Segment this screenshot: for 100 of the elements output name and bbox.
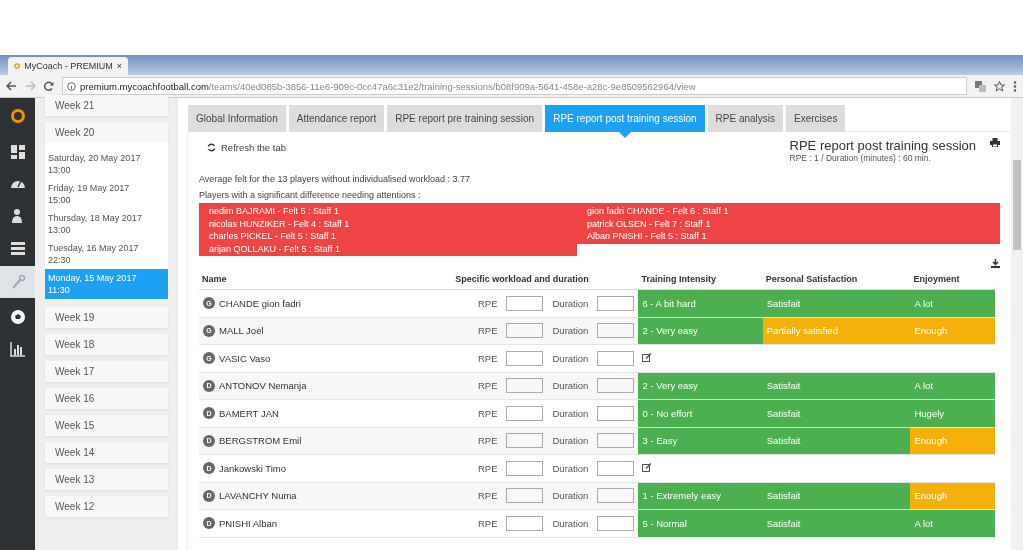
session-item[interactable]: Friday, 19 May 2017 15:00 (45, 179, 168, 209)
rating-cell: Enough (910, 427, 995, 455)
duration-field[interactable] (597, 433, 635, 449)
week-item[interactable]: Week 16 (45, 388, 168, 409)
rpe-field[interactable] (506, 350, 544, 366)
week-item[interactable]: Week 15 (45, 415, 168, 436)
rpe-label: RPE (477, 352, 498, 364)
session-item[interactable]: Saturday, 20 May 2017 13:00 (45, 149, 168, 179)
rating-cell: Satisfait (762, 399, 911, 427)
column-header: Training Intensity (638, 271, 763, 290)
menu-icon[interactable] (1013, 80, 1017, 92)
player-name: ANTONOV Nemanja (219, 380, 307, 392)
duration-field[interactable] (597, 405, 635, 421)
duration-field[interactable] (597, 460, 635, 476)
tab[interactable]: RPE report pre training session (387, 105, 543, 132)
scrollbar[interactable] (1011, 98, 1023, 550)
tab[interactable]: Global Information (188, 105, 286, 132)
session-item[interactable]: Tuesday, 16 May 2017 22:30 (45, 239, 168, 269)
browser-tab[interactable]: MyCoach - PREMIUM × (8, 57, 128, 75)
duration-label: Duration (552, 490, 589, 502)
forward-icon[interactable] (25, 81, 36, 91)
duration-label: Duration (552, 352, 589, 364)
rating-cell: 2 - Very easy (638, 317, 763, 345)
info-icon[interactable] (67, 81, 76, 91)
scrollbar-thumb[interactable] (1013, 160, 1021, 250)
week-item[interactable]: Week 20 (45, 122, 168, 143)
rpe-field[interactable] (506, 295, 544, 311)
rpe-label: RPE (477, 435, 498, 447)
rpe-label: RPE (477, 297, 498, 309)
tab[interactable]: Attendance report (288, 105, 385, 132)
duration-field[interactable] (597, 295, 635, 311)
duration-label: Duration (552, 462, 589, 474)
week-item[interactable]: Week 18 (45, 334, 168, 355)
edit-icon[interactable] (642, 352, 653, 362)
duration-label: Duration (552, 435, 589, 447)
duration-field[interactable] (597, 515, 635, 531)
rating-cell: Satisfait (762, 289, 911, 317)
duration-field[interactable] (597, 323, 635, 339)
player-name: BAMERT JAN (219, 407, 279, 419)
player-name: BERGSTROM Emil (219, 435, 302, 447)
rpe-field[interactable] (506, 323, 544, 339)
rpe-label: RPE (477, 380, 498, 392)
week-item[interactable]: Week 19 (45, 307, 168, 328)
tab[interactable]: Exercises (786, 105, 846, 132)
rating-cell: A lot (910, 372, 995, 400)
week-item[interactable]: Week 21 (45, 95, 168, 116)
chart-icon (9, 340, 26, 357)
rating-cell: A lot (910, 509, 995, 537)
list-icon (9, 239, 26, 256)
star-icon[interactable] (994, 80, 1005, 92)
edit-icon[interactable] (642, 462, 653, 472)
rpe-field[interactable] (506, 515, 544, 531)
alert-list: nedim BAJRAMI - Felt 5 : Staff 1 nicolas HUNZIKER - Felt 4 : Staff 1 charles PICKEL - Felt 5 : Staff 1 arijan QOLLAKU - Felt 5 : Staff 1 (199, 203, 577, 256)
rpe-field[interactable] (506, 433, 544, 449)
column-header: Personal Satisfaction (762, 271, 911, 290)
column-header: Enjoyment (910, 271, 995, 290)
logo-icon[interactable] (9, 108, 26, 124)
rpe-label: RPE (477, 325, 498, 337)
week-item[interactable]: Week 17 (45, 361, 168, 382)
tab-title: MyCoach - PREMIUM (24, 61, 113, 71)
ball-icon (9, 308, 26, 325)
week-item[interactable]: Week 13 (45, 469, 168, 490)
rpe-field[interactable] (506, 460, 544, 476)
player-name: VASIC Vaso (219, 352, 271, 364)
column-header: Specific workload and duration (405, 271, 639, 290)
duration-label: Duration (552, 517, 589, 529)
rating-cell: Satisfait (762, 427, 911, 455)
refresh-button[interactable]: Refresh the tab (199, 138, 286, 153)
close-button[interactable]: × (116, 61, 122, 71)
rating-cell: Partially satisfied (762, 317, 911, 345)
rpe-field[interactable] (506, 405, 544, 421)
rpe-field[interactable] (506, 378, 544, 394)
download-icon[interactable] (991, 259, 1000, 268)
translate-icon[interactable] (975, 80, 986, 92)
tab[interactable]: RPE analysis (707, 105, 784, 132)
address-field[interactable]: premium.mycoachfootball.com/teams/40ed085b-3856-11e6-909c-0cc47a6c31e2/training-sessions/b08f909a-5641-458e-a28c-9e8509562964/view (62, 77, 967, 95)
reload-icon[interactable] (44, 81, 54, 91)
player-name: CHANDE gion fadri (219, 297, 301, 309)
rpe-label: RPE (477, 517, 498, 529)
rating-cell: Enough (910, 317, 995, 345)
alert-list: gion fadri CHANDE - Felt 6 : Staff 1 patrick OLSEN - Felt 7 : Staff 1 Alban PNISHI - Felt 5 : Staff 1 (577, 203, 1000, 244)
rating-cell: Satisfait (762, 482, 911, 510)
duration-field[interactable] (597, 378, 635, 394)
week-item[interactable]: Week 14 (45, 442, 168, 463)
week-item[interactable]: Week 12 (45, 496, 168, 517)
rpe-label: RPE (477, 462, 498, 474)
print-icon[interactable] (990, 138, 1000, 147)
duration-label: Duration (552, 297, 589, 309)
rpe-field[interactable] (506, 488, 544, 504)
rating-cell: Satisfait (762, 509, 911, 537)
duration-field[interactable] (597, 350, 635, 366)
duration-label: Duration (552, 407, 589, 419)
back-icon[interactable] (6, 81, 17, 91)
rating-cell: 1 - Extremely easy (638, 482, 763, 510)
session-item[interactable]: Thursday, 18 May 2017 13:00 (45, 209, 168, 239)
rating-cell: 3 - Easy (638, 427, 763, 455)
refresh-icon (207, 143, 216, 152)
dashboard-icon (9, 143, 26, 160)
column-header: Name (199, 271, 406, 290)
duration-field[interactable] (597, 488, 635, 504)
